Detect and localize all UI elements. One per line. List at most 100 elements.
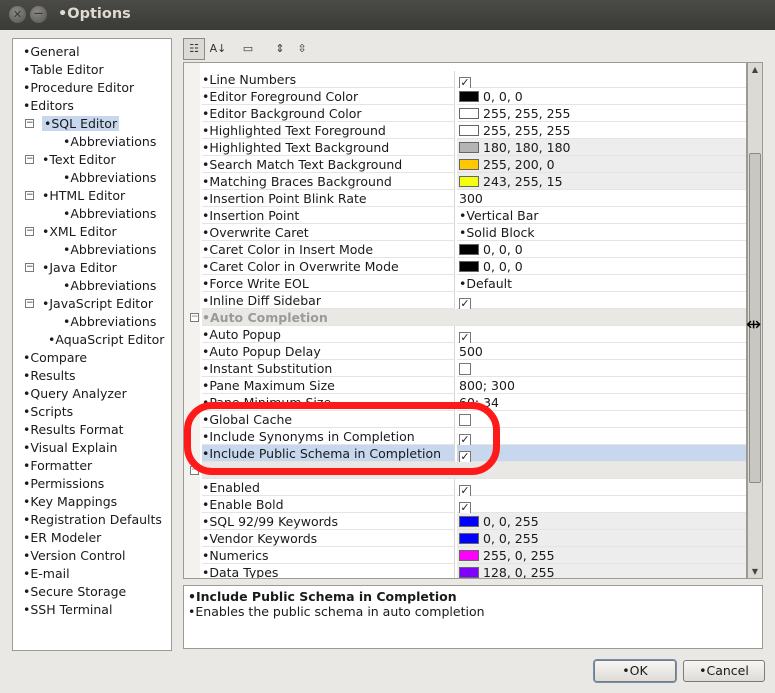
property-row[interactable]: •Highlighted Text Background 180, 180, 18… (200, 139, 746, 156)
property-value[interactable]: •Solid Block (457, 224, 746, 241)
property-value[interactable]: 255, 255, 255 (457, 105, 746, 122)
property-value[interactable]: 0, 0, 0 (457, 88, 746, 105)
property-value[interactable]: 243, 255, 15 (457, 173, 746, 190)
tree-item[interactable]: •SSH Terminal (23, 601, 112, 619)
tree-item[interactable]: •Editors (23, 97, 74, 115)
collapse-icon[interactable]: − (190, 313, 199, 322)
property-row[interactable]: •Auto Popup Delay 500 (200, 343, 746, 360)
sort-alpha-icon[interactable]: A↓ (207, 38, 229, 60)
property-value[interactable]: 0, 0, 255 (457, 530, 746, 547)
color-swatch[interactable] (459, 567, 479, 578)
property-row[interactable]: •Enable Bold ✓ (200, 496, 746, 514)
checkbox[interactable] (459, 363, 471, 375)
property-value[interactable]: 255, 255, 255 (457, 122, 746, 139)
property-row[interactable]: •Numerics 255, 0, 255 (200, 547, 746, 564)
property-row[interactable]: •Editor Foreground Color 0, 0, 0 (200, 88, 746, 105)
categorized-icon[interactable]: ☷ (183, 38, 205, 60)
category-row[interactable]: − •Auto Completion (190, 309, 746, 326)
tree-item[interactable]: − •XML Editor (25, 223, 117, 241)
property-value[interactable] (457, 411, 746, 428)
tree-item[interactable]: •Abbreviations (63, 169, 156, 187)
tree-item[interactable]: •Formatter (23, 457, 92, 475)
collapse-all-icon[interactable]: ⇳ (291, 38, 313, 60)
tree-item[interactable]: •Results (23, 367, 76, 385)
property-value[interactable]: 0, 0, 0 (457, 258, 746, 275)
property-row[interactable]: •Highlighted Text Foreground 255, 255, 25… (200, 122, 746, 139)
color-swatch[interactable] (459, 533, 479, 544)
tree-item[interactable]: •Abbreviations (63, 241, 156, 259)
property-value[interactable]: ✓ (457, 71, 746, 89)
property-row[interactable]: •Editor Background Color 255, 255, 255 (200, 105, 746, 122)
color-swatch[interactable] (459, 261, 479, 272)
collapse-icon[interactable]: − (25, 263, 34, 272)
property-row[interactable]: •Overwrite Caret •Solid Block (200, 224, 746, 241)
tree-item[interactable]: •General (23, 43, 80, 61)
scroll-up-icon[interactable]: ▲ (750, 65, 760, 74)
property-row[interactable]: •Global Cache (200, 411, 746, 428)
property-value[interactable]: 0, 0, 0 (457, 241, 746, 258)
property-row[interactable]: •Enabled ✓ (200, 479, 746, 497)
property-row[interactable]: •Data Types 128, 0, 255 (200, 564, 746, 578)
collapse-icon[interactable]: − (25, 299, 34, 308)
color-swatch[interactable] (459, 516, 479, 527)
property-value[interactable]: 255, 200, 0 (457, 156, 746, 173)
collapse-icon[interactable]: − (25, 227, 34, 236)
property-row[interactable]: •Pane Minimum Size 60; 34 (200, 394, 746, 411)
property-row[interactable]: •Pane Maximum Size 800; 300 (200, 377, 746, 394)
property-row[interactable]: •Insertion Point Blink Rate 300 (200, 190, 746, 207)
tree-item[interactable]: •Abbreviations (63, 133, 156, 151)
property-value[interactable]: ✓ (457, 326, 746, 344)
tree-item[interactable]: •E-mail (23, 565, 70, 583)
property-row[interactable]: •Matching Braces Background 243, 255, 15 (200, 173, 746, 190)
property-value[interactable]: 255, 0, 255 (457, 547, 746, 564)
property-value[interactable]: 800; 300 (457, 377, 746, 394)
cancel-button[interactable]: •Cancel (683, 660, 765, 682)
color-swatch[interactable] (459, 159, 479, 170)
category-row[interactable]: − (190, 462, 746, 479)
tree-item[interactable]: •Abbreviations (63, 205, 156, 223)
color-swatch[interactable] (459, 176, 479, 187)
property-value[interactable]: 60; 34 (457, 394, 746, 411)
property-value[interactable]: 300 (457, 190, 746, 207)
tree-item[interactable]: •Query Analyzer (23, 385, 127, 403)
property-row[interactable]: •Force Write EOL •Default (200, 275, 746, 292)
color-swatch[interactable] (459, 244, 479, 255)
property-value[interactable]: •Vertical Bar (457, 207, 746, 224)
options-tree[interactable]: •General •Table Editor •Procedure Editor •E… (12, 38, 172, 651)
property-row[interactable]: •Include Synonyms in Completion ✓ (200, 428, 746, 446)
property-value[interactable] (457, 360, 746, 377)
property-value[interactable]: 128, 0, 255 (457, 564, 746, 578)
property-row[interactable]: •Line Numbers ✓ (200, 71, 746, 89)
color-swatch[interactable] (459, 108, 479, 119)
minimize-icon[interactable]: — (30, 6, 47, 23)
tree-item[interactable]: •Key Mappings (23, 493, 117, 511)
scroll-down-icon[interactable]: ▼ (750, 567, 760, 576)
property-value[interactable]: ✓ (457, 445, 746, 463)
close-icon[interactable]: ✕ (9, 6, 26, 23)
property-value[interactable]: ✓ (457, 496, 746, 514)
expand-all-icon[interactable]: ⇕ (269, 38, 291, 60)
tree-item[interactable]: •Results Format (23, 421, 124, 439)
property-row[interactable]: •Include Public Schema in Completion ✓ (200, 445, 746, 463)
property-row[interactable]: •Caret Color in Overwrite Mode 0, 0, 0 (200, 258, 746, 275)
tree-item[interactable]: − •SQL Editor (25, 115, 120, 133)
tree-item[interactable]: •Scripts (23, 403, 73, 421)
tree-item[interactable]: •Compare (23, 349, 87, 367)
tree-item[interactable]: •ER Modeler (23, 529, 101, 547)
property-row[interactable]: •Vendor Keywords 0, 0, 255 (200, 530, 746, 547)
color-swatch[interactable] (459, 125, 479, 136)
tree-item[interactable]: •Secure Storage (23, 583, 126, 601)
property-grid[interactable]: •Line Numbers ✓ •Editor Foreground Color 0,… (183, 62, 747, 579)
tree-item[interactable]: •Abbreviations (63, 313, 156, 331)
tree-item[interactable]: •Registration Defaults (23, 511, 162, 529)
property-row[interactable]: •Insertion Point •Vertical Bar (200, 207, 746, 224)
tree-item[interactable]: − •Java Editor (25, 259, 117, 277)
tree-item[interactable]: − •Text Editor (25, 151, 116, 169)
tree-item[interactable]: •Permissions (23, 475, 104, 493)
collapse-icon[interactable]: − (25, 119, 34, 128)
property-row[interactable]: •Auto Popup ✓ (200, 326, 746, 344)
property-value[interactable]: 0, 0, 255 (457, 513, 746, 530)
property-row[interactable]: •Caret Color in Insert Mode 0, 0, 0 (200, 241, 746, 258)
property-value[interactable]: •Default (457, 275, 746, 292)
tree-item[interactable]: •Version Control (23, 547, 126, 565)
